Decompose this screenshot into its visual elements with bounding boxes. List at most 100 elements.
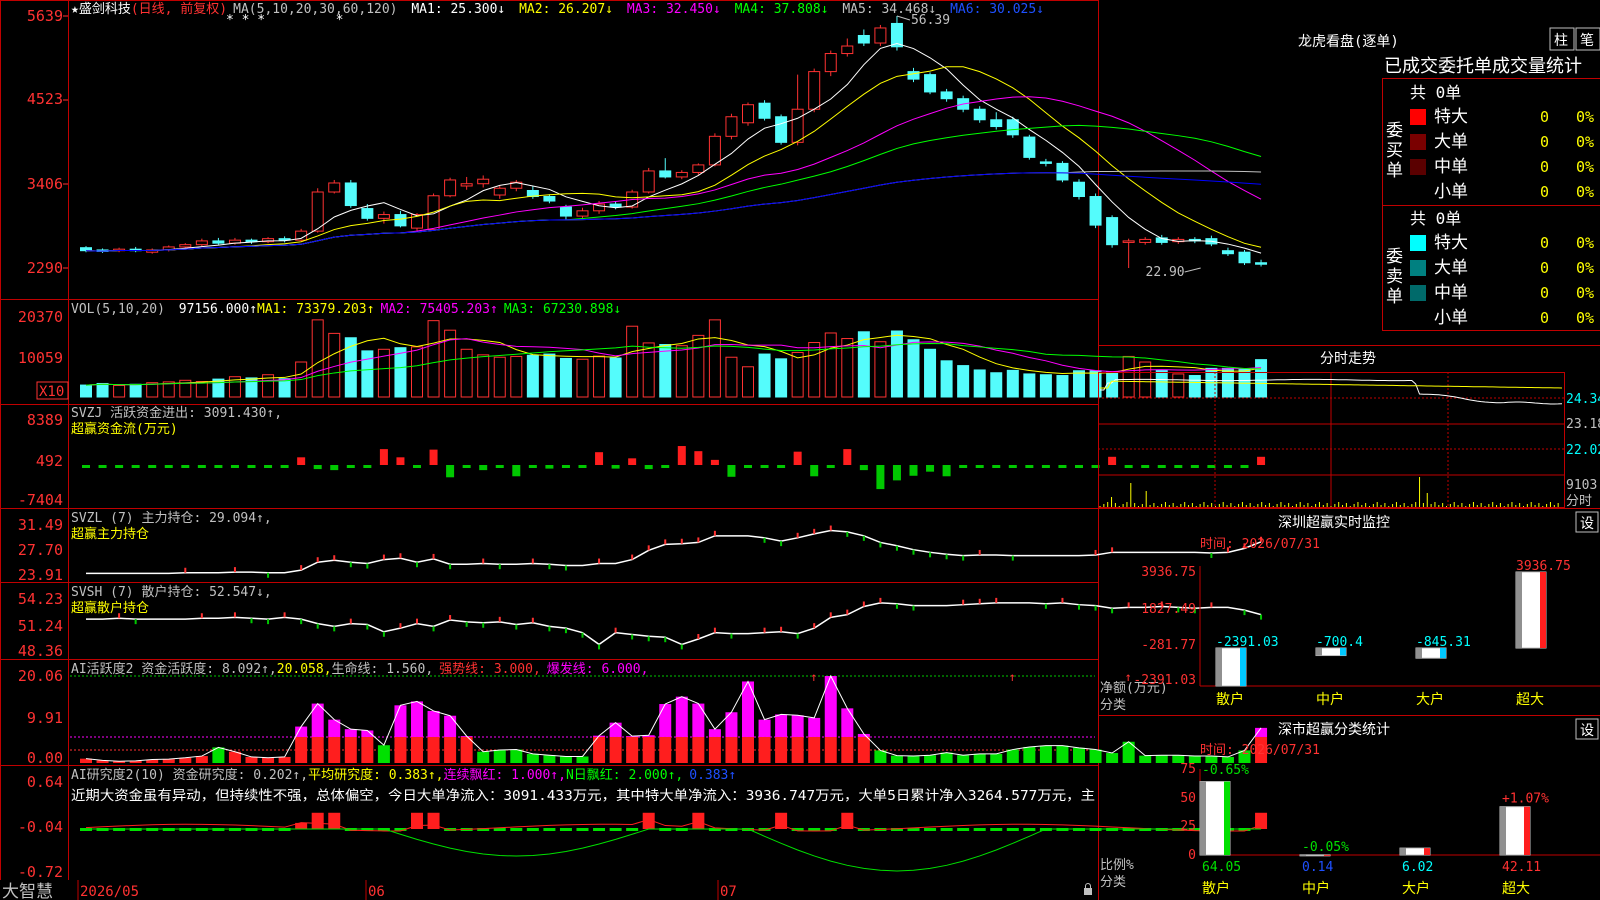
volume-ma2: MA2: 75405.203↑ [380,302,497,317]
order-row-count: 0 [1540,108,1549,126]
high-price-label: 56.39 [911,13,950,28]
order-color-swatch [1410,285,1426,301]
fund-flow-bar [727,465,736,477]
ma-value-1: MA1: 25.300↓ [411,2,505,17]
ai-research-bar [973,828,986,831]
volume-bar [874,341,887,398]
fund-flow-bar [578,465,587,468]
fund-flow-bar [313,465,322,470]
order-row-name: 中单 [1434,157,1468,177]
order-row-pct: 0% [1576,234,1594,252]
ai-active-part: 爆发线: 6.000, [547,661,649,677]
volume-bar [609,357,622,398]
candle-body [758,102,771,119]
ai-active-bar-magenta [295,726,308,737]
volume-bar [576,358,589,398]
ai-research-comment: 近期大资金虽有异动，但持续性不强，总体偏空，今日大单净流入：3091.433万元… [71,788,1095,804]
ai-active-bar-green [1023,746,1036,763]
monitor-title: 深圳超赢实时监控 [1278,514,1390,531]
ai-research-bar [1023,828,1036,831]
candle-body [559,206,572,217]
candle-body [1073,181,1085,198]
fund-flow-bar [744,465,752,468]
ai-active-bar-red [692,736,705,763]
volume-bar [493,356,506,398]
ai-research-header: AI研究度2(10) 资金研究度: 0.202↑,平均研究度: 0.383↑,连… [71,767,736,783]
volume-ma3: MA3: 67230.898↓ [504,302,621,317]
category-label: 散户 [1216,691,1244,708]
category-value: -700.4 [1316,635,1363,650]
candle-body [80,247,92,252]
bar-y-tick: 0 [1188,848,1196,863]
fund-flow-bar [1025,465,1034,468]
ai-active-bar-magenta [841,708,854,737]
fund-flow-bar [843,449,852,465]
monitor-settings-label: 设 [1580,516,1594,532]
fund-flow-bar [545,465,554,469]
fund-flow-bar [1223,465,1232,468]
ai-research-tick: -0.04 [18,818,63,836]
order-total: 共 0单 [1410,209,1461,228]
fund-flow-bar [346,465,355,468]
volume-bar [775,358,788,398]
candle-body [344,182,357,207]
fund-flow-bar [1058,465,1067,468]
svzj-sub-label: 超赢资金流(万元) [71,421,178,437]
volume-bar [1089,370,1102,398]
ma-value-3: MA3: 32.450↓ [627,2,721,17]
order-side-label: 单 [1386,287,1403,307]
category-value: 3936.75 [1516,559,1571,574]
volume-bar [758,353,771,398]
fund-flow-bar [793,451,802,465]
fund-flow-bar [909,465,918,476]
fund-flow-bar [644,465,653,470]
header-line: ★盛剑科技(日线, 前复权) MA(5,10,20,30,60,120) MA1:… [71,1,1044,17]
bar-y-tick: -281.77 [1141,638,1196,653]
order-row-name: 小单 [1434,182,1468,202]
classify-unit: 比例% [1100,858,1134,873]
volume-bar [1039,374,1052,398]
order-row-count: 0 [1540,259,1549,277]
svsh-label: SVSH (7) 散户持仓: 52.547↓, [71,584,272,600]
fund-flow-bar [1124,465,1133,468]
fund-flow-bar [1141,465,1150,468]
ai-active-bar [957,755,970,763]
category-value: 64.05 [1202,860,1241,875]
fund-flow-bar [379,449,388,465]
category-bar-shade [1500,806,1506,855]
fund-flow-bar [628,458,637,465]
candle-body [1255,262,1268,265]
ai-active-bar-green [493,749,506,763]
category-bar-edge [1540,572,1546,648]
volume-bar [725,356,738,398]
ai-active-bar-magenta [394,705,407,737]
svzl-tick: 23.91 [18,566,63,584]
fund-flow-bar [1257,456,1266,465]
category-value: 42.11 [1502,860,1541,875]
fund-flow-bar [164,465,173,468]
candle-body [857,34,870,44]
volume-bar [957,365,970,398]
fund-flow-bar [462,465,471,468]
candle-body [1056,162,1069,181]
ai-active-bar-green [510,749,523,763]
ai-research-part: AI研究度2(10) 资金研究度: 0.202↑, [71,767,308,783]
ai-active-bar [1139,755,1152,763]
volume-bar [1122,355,1135,398]
ai-research-bar [924,828,937,831]
ai-active-bar [543,755,556,763]
fund-flow-bar [1108,456,1117,465]
svsh-tick: 54.23 [18,590,63,608]
candle-body [990,119,1003,128]
fund-flow-bar [710,459,719,465]
category-value: -2391.03 [1216,635,1279,650]
ai-active-bar [278,756,291,763]
volume-bar [1106,371,1119,398]
classify-title: 深市超赢分类统计 [1278,721,1390,738]
ai-research-bar [576,828,589,831]
category-label: 超大 [1516,692,1544,708]
candle-body [377,214,390,219]
order-row-count: 0 [1540,284,1549,302]
volume-bar [1056,375,1069,398]
volume-bar [1172,373,1185,398]
